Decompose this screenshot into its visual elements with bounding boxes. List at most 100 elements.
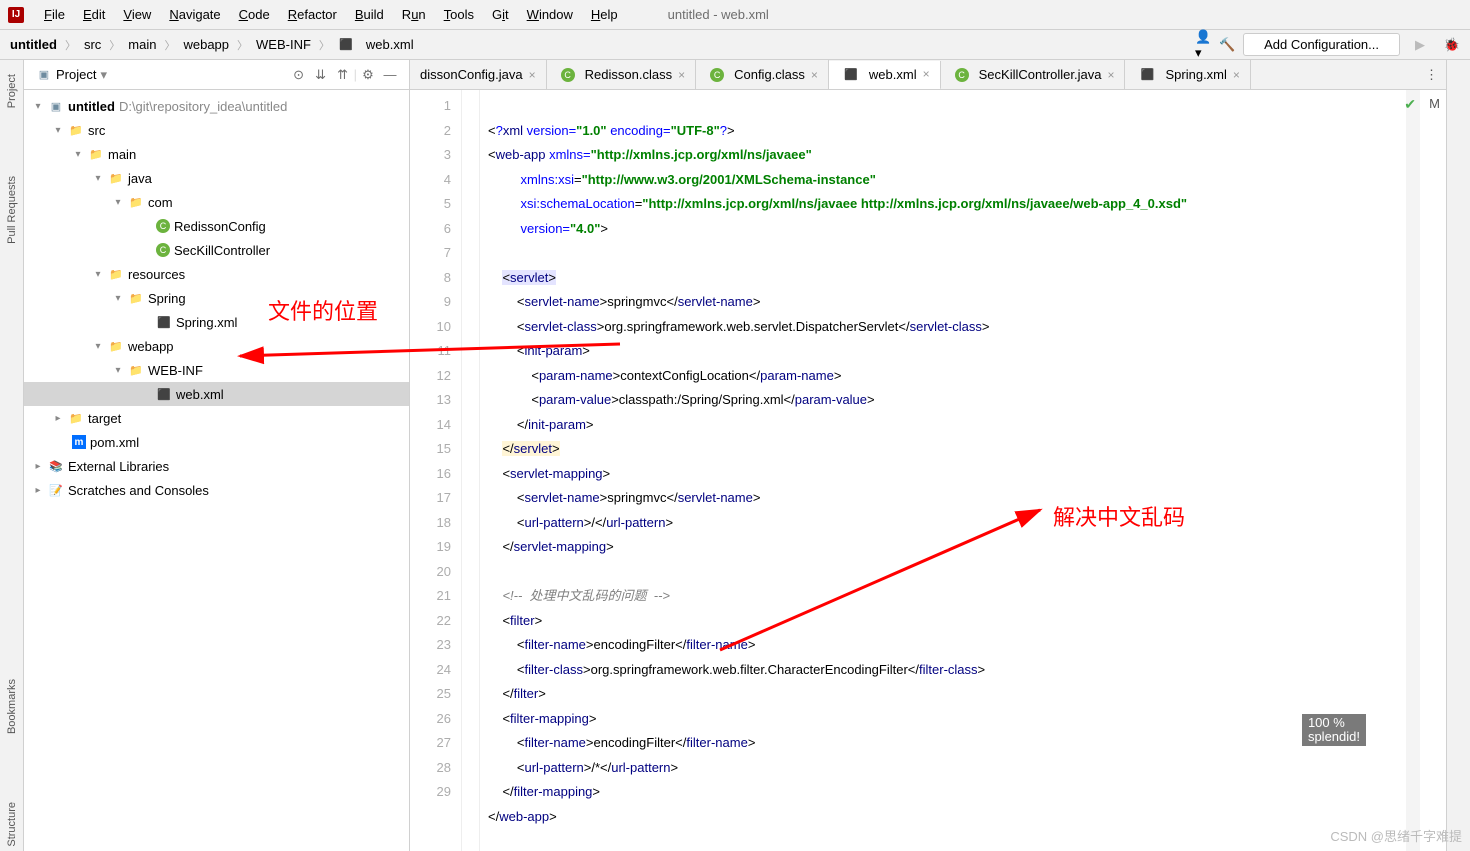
- tool-tab-project[interactable]: Project: [6, 70, 18, 112]
- scratches-icon: 📝: [48, 482, 64, 498]
- tree-label: webapp: [128, 339, 174, 354]
- tree-row-main[interactable]: ▾📁main: [24, 142, 409, 166]
- menu-refactor[interactable]: Refactor: [280, 4, 345, 25]
- tree-row-web-xml[interactable]: ⬛web.xml: [24, 382, 409, 406]
- libraries-icon: 📚: [48, 458, 64, 474]
- tab-seckill-controller[interactable]: C SecKillController.java ×: [941, 60, 1126, 89]
- tree-label: target: [88, 411, 121, 426]
- crumb-src[interactable]: src: [80, 35, 105, 54]
- select-opened-file-icon[interactable]: ⊙: [288, 64, 310, 86]
- menu-git[interactable]: Git: [484, 4, 517, 25]
- tree-row-com[interactable]: ▾📁com: [24, 190, 409, 214]
- tab-config-class[interactable]: CConfig.class×: [696, 60, 829, 89]
- crumb-webapp[interactable]: webapp: [179, 35, 233, 54]
- tree-row-webinf[interactable]: ▾📁WEB-INF: [24, 358, 409, 382]
- tree-row-spring-folder[interactable]: ▾📁Spring: [24, 286, 409, 310]
- xml-file-icon: ⬛: [338, 37, 354, 53]
- tree-row-resources[interactable]: ▾📁resources: [24, 262, 409, 286]
- menu-file[interactable]: File: [36, 4, 73, 25]
- spring-config-icon: ⬛: [156, 314, 172, 330]
- project-tree[interactable]: ▾▣untitledD:\git\repository_idea\untitle…: [24, 90, 409, 851]
- tree-label: Spring.xml: [176, 315, 237, 330]
- expand-all-icon[interactable]: ⇊: [310, 64, 332, 86]
- close-icon[interactable]: ×: [1107, 68, 1114, 82]
- tree-label: RedissonConfig: [174, 219, 266, 234]
- tree-row-scratches[interactable]: ▸📝Scratches and Consoles: [24, 478, 409, 502]
- breadcrumbs: untitled〉 src〉 main〉 webapp〉 WEB-INF〉 ⬛ …: [6, 35, 418, 54]
- tree-row-target[interactable]: ▸📁target: [24, 406, 409, 430]
- more-tabs-icon[interactable]: ⋮: [1417, 67, 1446, 83]
- menu-tools[interactable]: Tools: [436, 4, 482, 25]
- navigation-bar: untitled〉 src〉 main〉 webapp〉 WEB-INF〉 ⬛ …: [0, 30, 1470, 60]
- tab-spring-xml[interactable]: ⬛Spring.xml×: [1125, 60, 1250, 89]
- tab-redisson-config[interactable]: dissonConfig.java×: [410, 60, 547, 89]
- module-icon: ▣: [48, 98, 64, 114]
- settings-icon[interactable]: ⚙: [357, 64, 379, 86]
- close-icon[interactable]: ×: [678, 68, 685, 82]
- source-folder-icon: 📁: [108, 170, 124, 186]
- tree-row-external-libs[interactable]: ▸📚External Libraries: [24, 454, 409, 478]
- folder-icon: 📁: [68, 122, 84, 138]
- tree-label: pom.xml: [90, 435, 139, 450]
- close-icon[interactable]: ×: [923, 67, 930, 81]
- crumb-file[interactable]: web.xml: [362, 35, 418, 54]
- menu-window[interactable]: Window: [519, 4, 581, 25]
- collapse-all-icon[interactable]: ⇈: [332, 64, 354, 86]
- tree-row-root[interactable]: ▾▣untitledD:\git\repository_idea\untitle…: [24, 94, 409, 118]
- menu-code[interactable]: Code: [231, 4, 278, 25]
- crumb-webinf[interactable]: WEB-INF: [252, 35, 315, 54]
- menu-edit[interactable]: Edit: [75, 4, 113, 25]
- menu-bar: IJ File Edit View Navigate Code Refactor…: [0, 0, 1470, 30]
- menu-help[interactable]: Help: [583, 4, 626, 25]
- tree-row-java[interactable]: ▾📁java: [24, 166, 409, 190]
- chevron-right-icon: 〉: [237, 37, 248, 53]
- tree-label: main: [108, 147, 136, 162]
- dropdown-icon[interactable]: ▾: [100, 67, 107, 83]
- tab-web-xml[interactable]: ⬛web.xml×: [829, 61, 941, 90]
- tree-row-seckill[interactable]: CSecKillController: [24, 238, 409, 262]
- run-button-icon[interactable]: ▶: [1408, 33, 1432, 57]
- hide-icon[interactable]: —: [379, 64, 401, 86]
- debug-button-icon[interactable]: 🐞: [1440, 33, 1464, 57]
- left-tool-strip: Project Pull Requests Bookmarks Structur…: [0, 60, 24, 851]
- tree-label: WEB-INF: [148, 363, 203, 378]
- menu-build[interactable]: Build: [347, 4, 392, 25]
- close-icon[interactable]: ×: [1233, 68, 1240, 82]
- code-editor[interactable]: 1234567891011121314151617181920212223242…: [410, 90, 1446, 851]
- project-tool-window: ▣ Project ▾ ⊙ ⇊ ⇈ | ⚙ — ▾▣untitledD:\git…: [24, 60, 410, 851]
- tree-row-pom[interactable]: mpom.xml: [24, 430, 409, 454]
- close-icon[interactable]: ×: [529, 68, 536, 82]
- tree-row-spring-xml[interactable]: ⬛ Spring.xml: [24, 310, 409, 334]
- menu-view[interactable]: View: [115, 4, 159, 25]
- app-logo-icon: IJ: [8, 7, 24, 23]
- menu-navigate[interactable]: Navigate: [161, 4, 228, 25]
- add-configuration-button[interactable]: Add Configuration...: [1243, 33, 1400, 56]
- editor-scrollbar[interactable]: [1406, 90, 1420, 851]
- window-title: untitled - web.xml: [668, 7, 769, 22]
- tree-row-webapp[interactable]: ▾📁webapp: [24, 334, 409, 358]
- tree-label: Scratches and Consoles: [68, 483, 209, 498]
- tab-redisson-class[interactable]: CRedisson.class×: [547, 60, 696, 89]
- tab-label: SecKillController.java: [979, 67, 1102, 82]
- inspection-ok-icon[interactable]: ✔: [1404, 96, 1416, 113]
- menu-run[interactable]: Run: [394, 4, 434, 25]
- class-icon: C: [955, 68, 969, 82]
- close-icon[interactable]: ×: [811, 68, 818, 82]
- tool-tab-pull-requests[interactable]: Pull Requests: [6, 172, 18, 248]
- package-icon: 📁: [128, 194, 144, 210]
- crumb-main[interactable]: main: [124, 35, 160, 54]
- project-panel-title: Project: [56, 67, 96, 82]
- crumb-root[interactable]: untitled: [6, 35, 61, 54]
- project-icon: ▣: [36, 67, 52, 83]
- tree-row-src[interactable]: ▾📁src: [24, 118, 409, 142]
- tool-tab-structure[interactable]: Structure: [6, 798, 18, 851]
- chevron-right-icon: 〉: [65, 37, 76, 53]
- folder-icon: 📁: [128, 290, 144, 306]
- tree-row-redisson-config[interactable]: CRedissonConfig: [24, 214, 409, 238]
- user-icon[interactable]: 👤▾: [1195, 37, 1211, 53]
- class-icon: C: [561, 68, 575, 82]
- tab-label: Spring.xml: [1165, 67, 1226, 82]
- fold-gutter[interactable]: [462, 90, 480, 851]
- tool-tab-bookmarks[interactable]: Bookmarks: [6, 675, 18, 738]
- build-icon[interactable]: 🔨: [1219, 37, 1235, 53]
